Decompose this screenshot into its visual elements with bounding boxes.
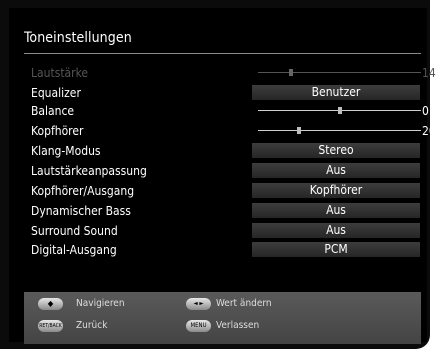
setting-value-box[interactable]: Aus: [252, 203, 420, 218]
left-right-key-icon: ◄ ►: [186, 298, 211, 310]
setting-value-box[interactable]: Aus: [252, 223, 420, 238]
exit-label: Verlassen: [216, 320, 260, 331]
setting-label: Dynamischer Bass: [31, 204, 131, 218]
tv-screen: Toneinstellungen Lautstärke 14 Equalizer Be…: [9, 8, 436, 344]
setting-row[interactable]: Kopfhörer 20: [31, 123, 436, 139]
slider-thumb[interactable]: [337, 107, 342, 114]
navigate-label: Navigieren: [76, 298, 125, 309]
setting-value-box[interactable]: Kopfhörer: [252, 183, 420, 198]
setting-row[interactable]: Kopfhörer/Ausgang Kopfhörer: [31, 183, 431, 199]
slider-track[interactable]: [258, 72, 421, 73]
back-label: Zurück: [76, 320, 108, 331]
slider-track[interactable]: [258, 130, 421, 131]
setting-row[interactable]: Klang-Modus Stereo: [31, 143, 431, 159]
slider-thumb[interactable]: [296, 127, 301, 134]
setting-label: Klang-Modus: [31, 144, 101, 158]
slider-thumb[interactable]: [288, 69, 293, 76]
slider-value: 20: [422, 124, 436, 138]
setting-label: Balance: [31, 104, 75, 118]
setting-value-box[interactable]: Stereo: [252, 143, 420, 158]
tv-bezel: Toneinstellungen Lautstärke 14 Equalizer Be…: [0, 0, 436, 349]
back-key-icon: RET/BACK: [38, 320, 63, 332]
change-value-label: Wert ändern: [216, 298, 272, 309]
help-bar: ◆ Navigieren ◄ ► Wert ändern RET/BACK Zu…: [24, 292, 421, 344]
setting-label: Equalizer: [31, 86, 81, 100]
setting-row[interactable]: Surround Sound Aus: [31, 223, 431, 239]
setting-row[interactable]: Digital-Ausgang PCM: [31, 242, 431, 258]
title-divider: [24, 53, 421, 54]
navigate-key-icon: ◆: [38, 298, 63, 310]
slider-value: 14: [422, 66, 436, 80]
setting-label: Digital-Ausgang: [31, 243, 117, 257]
setting-row[interactable]: Dynamischer Bass Aus: [31, 203, 431, 219]
setting-row[interactable]: Lautstärkeanpassung Aus: [31, 163, 431, 179]
setting-label: Lautstärke: [31, 66, 89, 80]
menu-key-icon: MENU: [186, 320, 211, 332]
menu-title: Toneinstellungen: [24, 30, 132, 46]
setting-label: Kopfhörer: [31, 124, 84, 138]
setting-label: Surround Sound: [31, 224, 118, 238]
setting-value-box[interactable]: Benutzer: [252, 85, 420, 100]
slider-value: 0: [422, 104, 429, 118]
setting-row: Lautstärke 14: [31, 65, 436, 81]
setting-row[interactable]: Balance 0: [31, 103, 431, 119]
setting-label: Lautstärkeanpassung: [31, 164, 147, 178]
setting-label: Kopfhörer/Ausgang: [31, 184, 135, 198]
setting-row[interactable]: Equalizer Benutzer: [31, 85, 431, 101]
setting-value-box[interactable]: PCM: [252, 242, 420, 257]
setting-value-box[interactable]: Aus: [252, 163, 420, 178]
